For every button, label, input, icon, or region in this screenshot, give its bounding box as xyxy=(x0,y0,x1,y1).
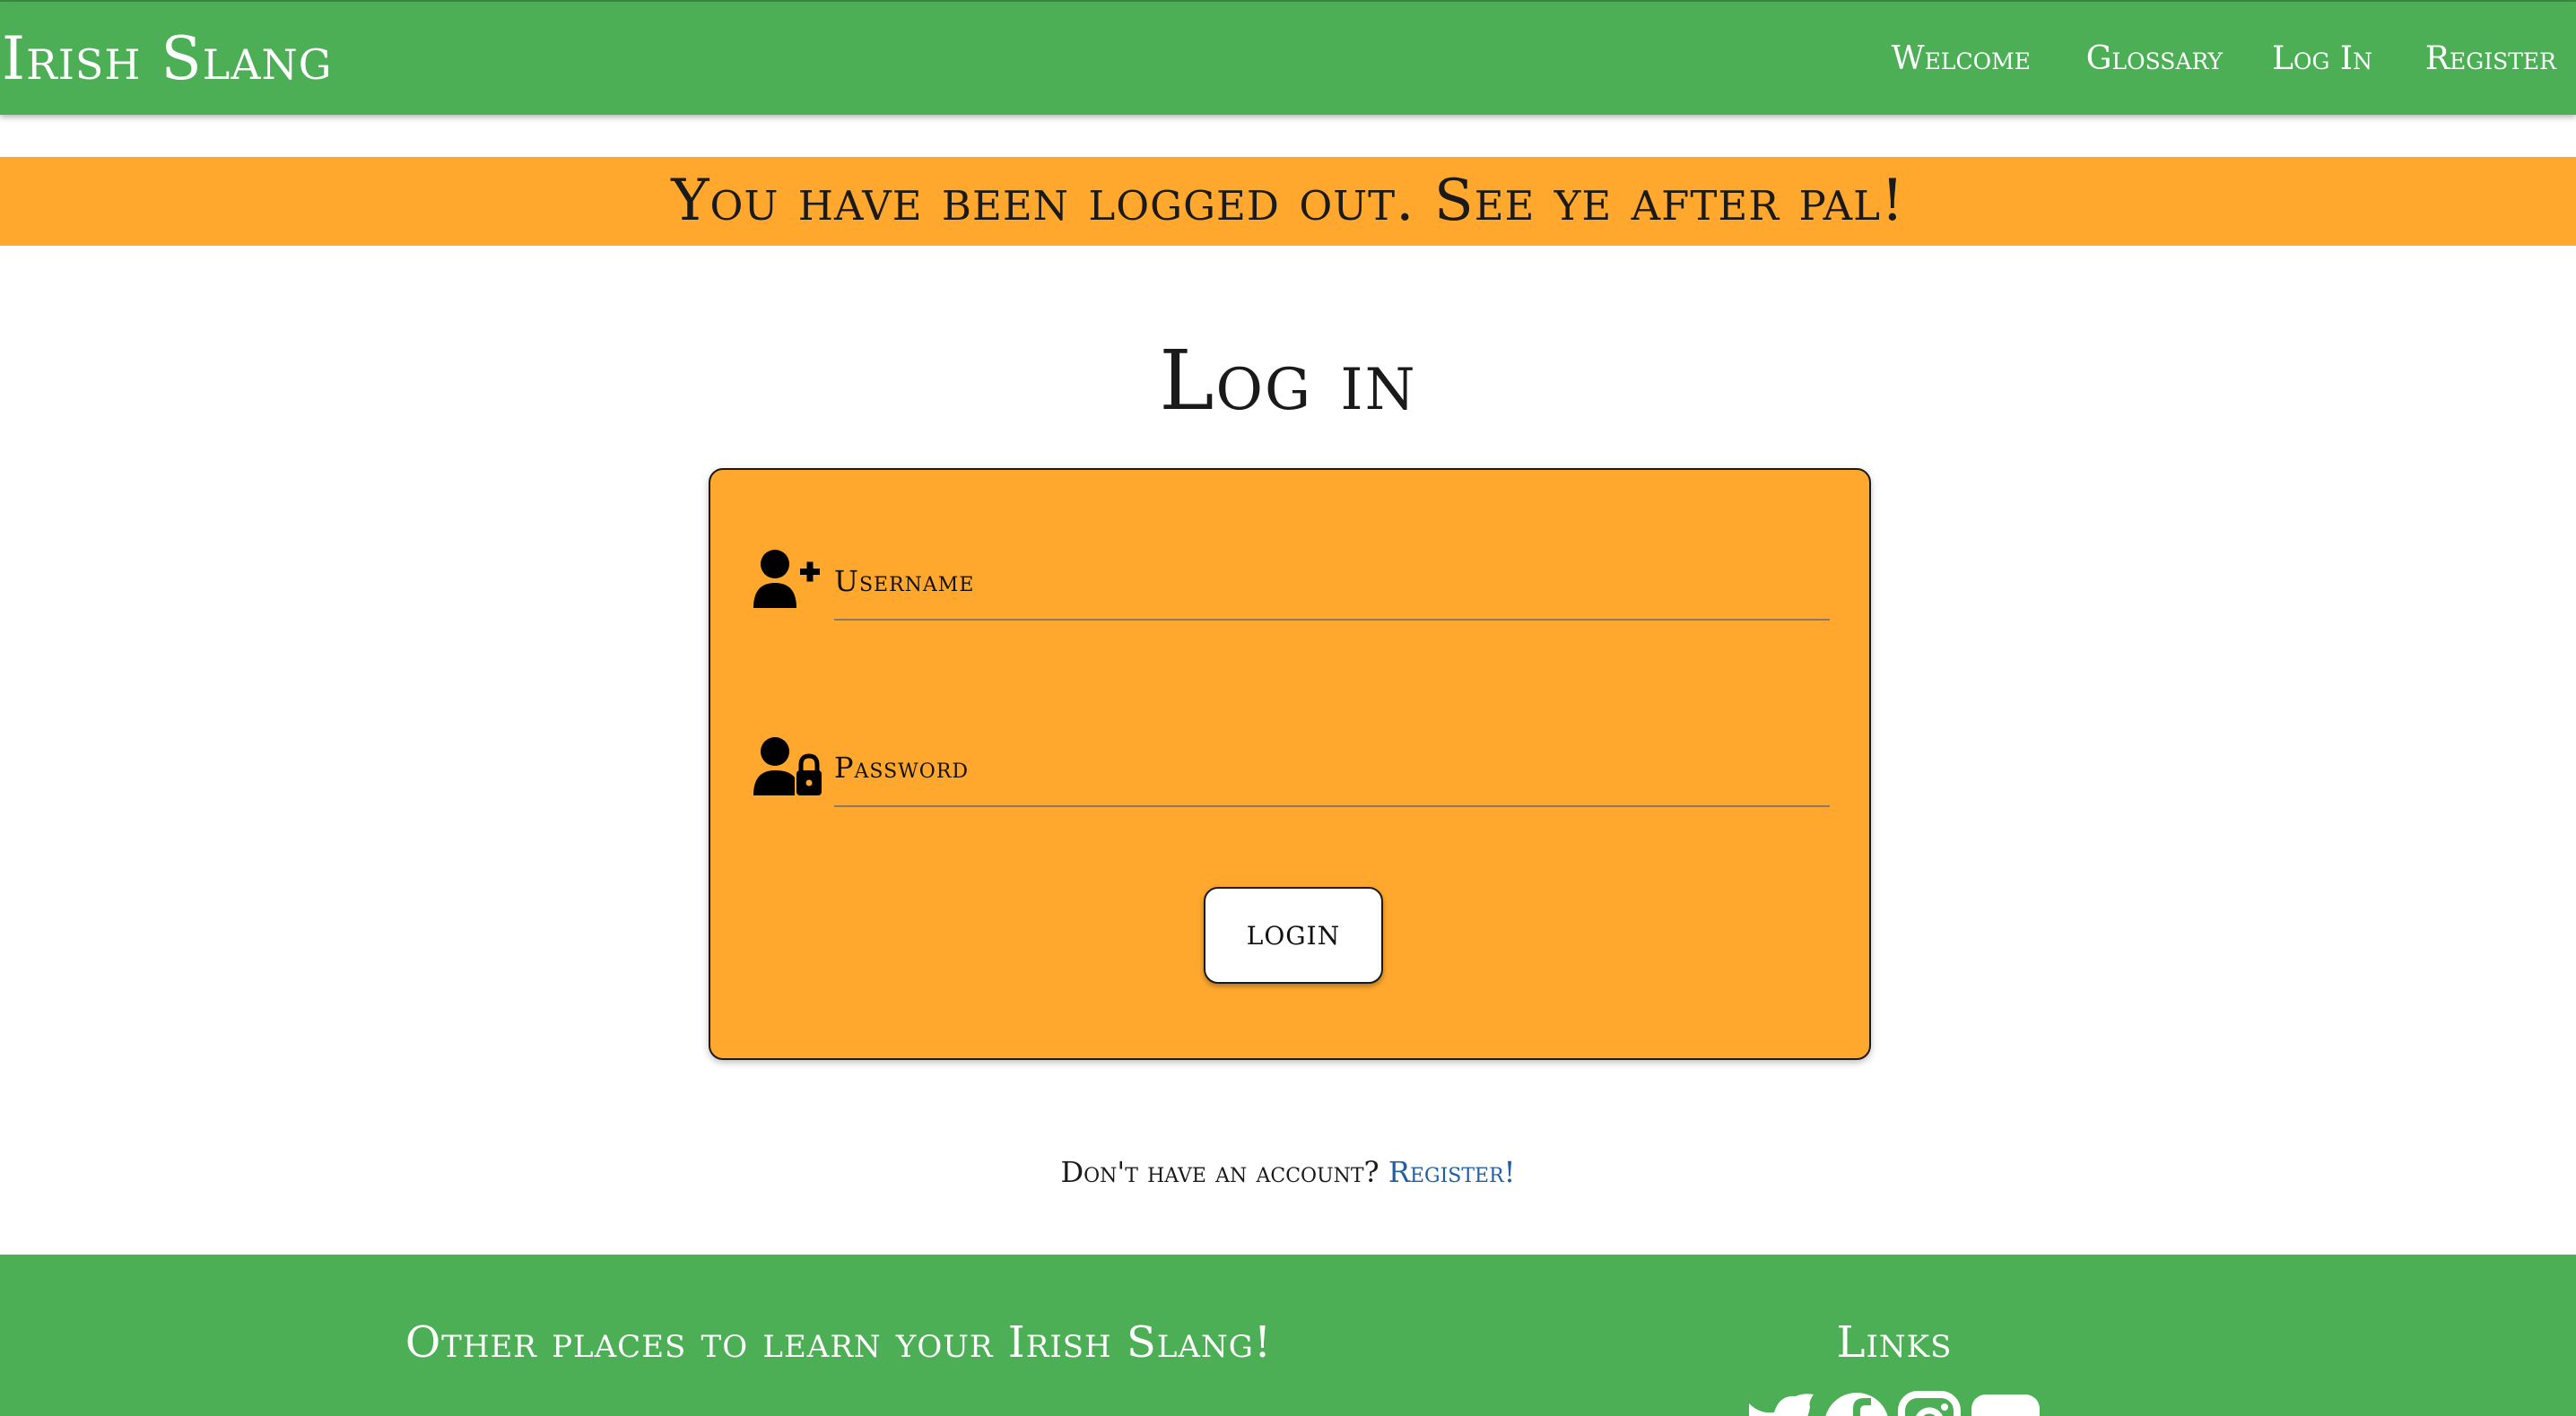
register-prompt-text: Don't have an account? xyxy=(1060,1155,1379,1189)
footer: Other places to learn your Irish Slang! … xyxy=(0,1255,2576,1416)
register-link[interactable]: Register! xyxy=(1388,1155,1516,1189)
nav-link-register[interactable]: Register xyxy=(2425,38,2556,81)
user-plus-icon xyxy=(753,549,822,612)
login-button[interactable]: LOGIN xyxy=(1204,887,1383,984)
navbar: Irish Slang Welcome Glossary Log In Regi… xyxy=(0,2,2576,115)
flash-message-banner: You have been logged out. See ye after p… xyxy=(0,157,2576,246)
footer-links-heading: Links xyxy=(1836,1317,1953,1368)
register-prompt: Don't have an account? Register! xyxy=(0,1151,2576,1193)
login-form-card: Username Password LOGIN xyxy=(709,468,1871,1060)
user-lock-icon xyxy=(753,736,822,799)
youtube-icon[interactable] xyxy=(1970,1391,2041,1416)
footer-resources-heading: Other places to learn your Irish Slang! xyxy=(405,1317,1273,1368)
password-input[interactable] xyxy=(834,750,1830,807)
facebook-icon[interactable] xyxy=(1823,1391,1891,1416)
instagram-icon[interactable] xyxy=(1898,1391,1961,1416)
nav-link-login[interactable]: Log In xyxy=(2272,38,2372,81)
nav-link-glossary[interactable]: Glossary xyxy=(2086,38,2223,81)
twitter-icon[interactable] xyxy=(1747,1391,1817,1416)
username-input[interactable] xyxy=(834,563,1830,621)
brand-logo[interactable]: Irish Slang xyxy=(2,22,332,97)
page-title: Log in xyxy=(1159,333,1417,429)
flash-message-text: You have been logged out. See ye after p… xyxy=(671,168,1905,234)
nav-link-welcome[interactable]: Welcome xyxy=(1892,38,2031,81)
